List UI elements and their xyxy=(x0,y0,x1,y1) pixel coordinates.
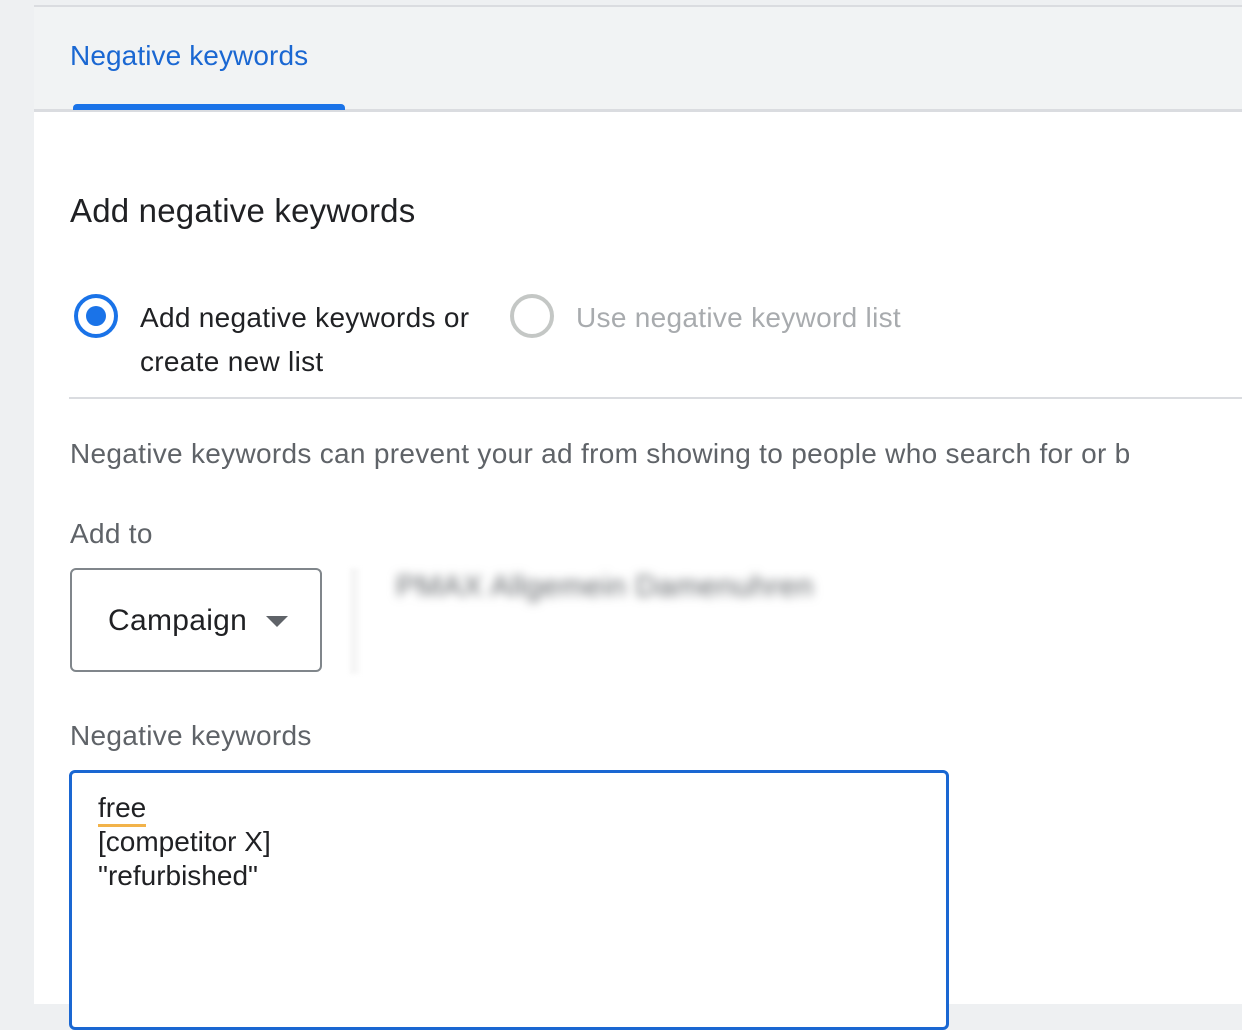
radio-label-add-keywords: Add negative keywords or create new list xyxy=(140,302,470,377)
negative-keywords-textarea[interactable]: free [competitor X] "refurbished" xyxy=(69,770,949,1030)
page-frame: Negative keywords Add negative keywords … xyxy=(34,0,1242,1030)
campaign-separator xyxy=(350,568,360,674)
keyword-line: [competitor X] xyxy=(98,826,271,857)
tab-bar: Negative keywords xyxy=(34,7,1242,112)
tab-negative-keywords[interactable]: Negative keywords xyxy=(70,40,308,72)
add-to-dropdown[interactable]: Campaign xyxy=(70,568,322,672)
radio-unchecked-icon[interactable] xyxy=(510,294,554,338)
negative-keywords-label: Negative keywords xyxy=(70,720,312,751)
keyword-line: "refurbished" xyxy=(98,860,258,891)
description-text: Negative keywords can prevent your ad fr… xyxy=(70,438,1131,469)
radio-label-use-list: Use negative keyword list xyxy=(576,302,901,333)
dropdown-selected-value: Campaign xyxy=(108,604,248,637)
chevron-down-icon xyxy=(266,616,288,627)
section-divider xyxy=(69,397,1242,399)
section-heading: Add negative keywords xyxy=(70,192,416,229)
radio-checked-icon[interactable] xyxy=(74,294,118,338)
active-tab-indicator xyxy=(73,104,345,110)
campaign-name: PMAX Allgemein Damenuhren xyxy=(396,570,814,603)
main-panel: Add negative keywords Add negative keywo… xyxy=(34,112,1242,1030)
add-to-label: Add to xyxy=(70,518,153,549)
keyword-line: free xyxy=(98,791,147,827)
spellcheck-word: free xyxy=(98,792,147,827)
